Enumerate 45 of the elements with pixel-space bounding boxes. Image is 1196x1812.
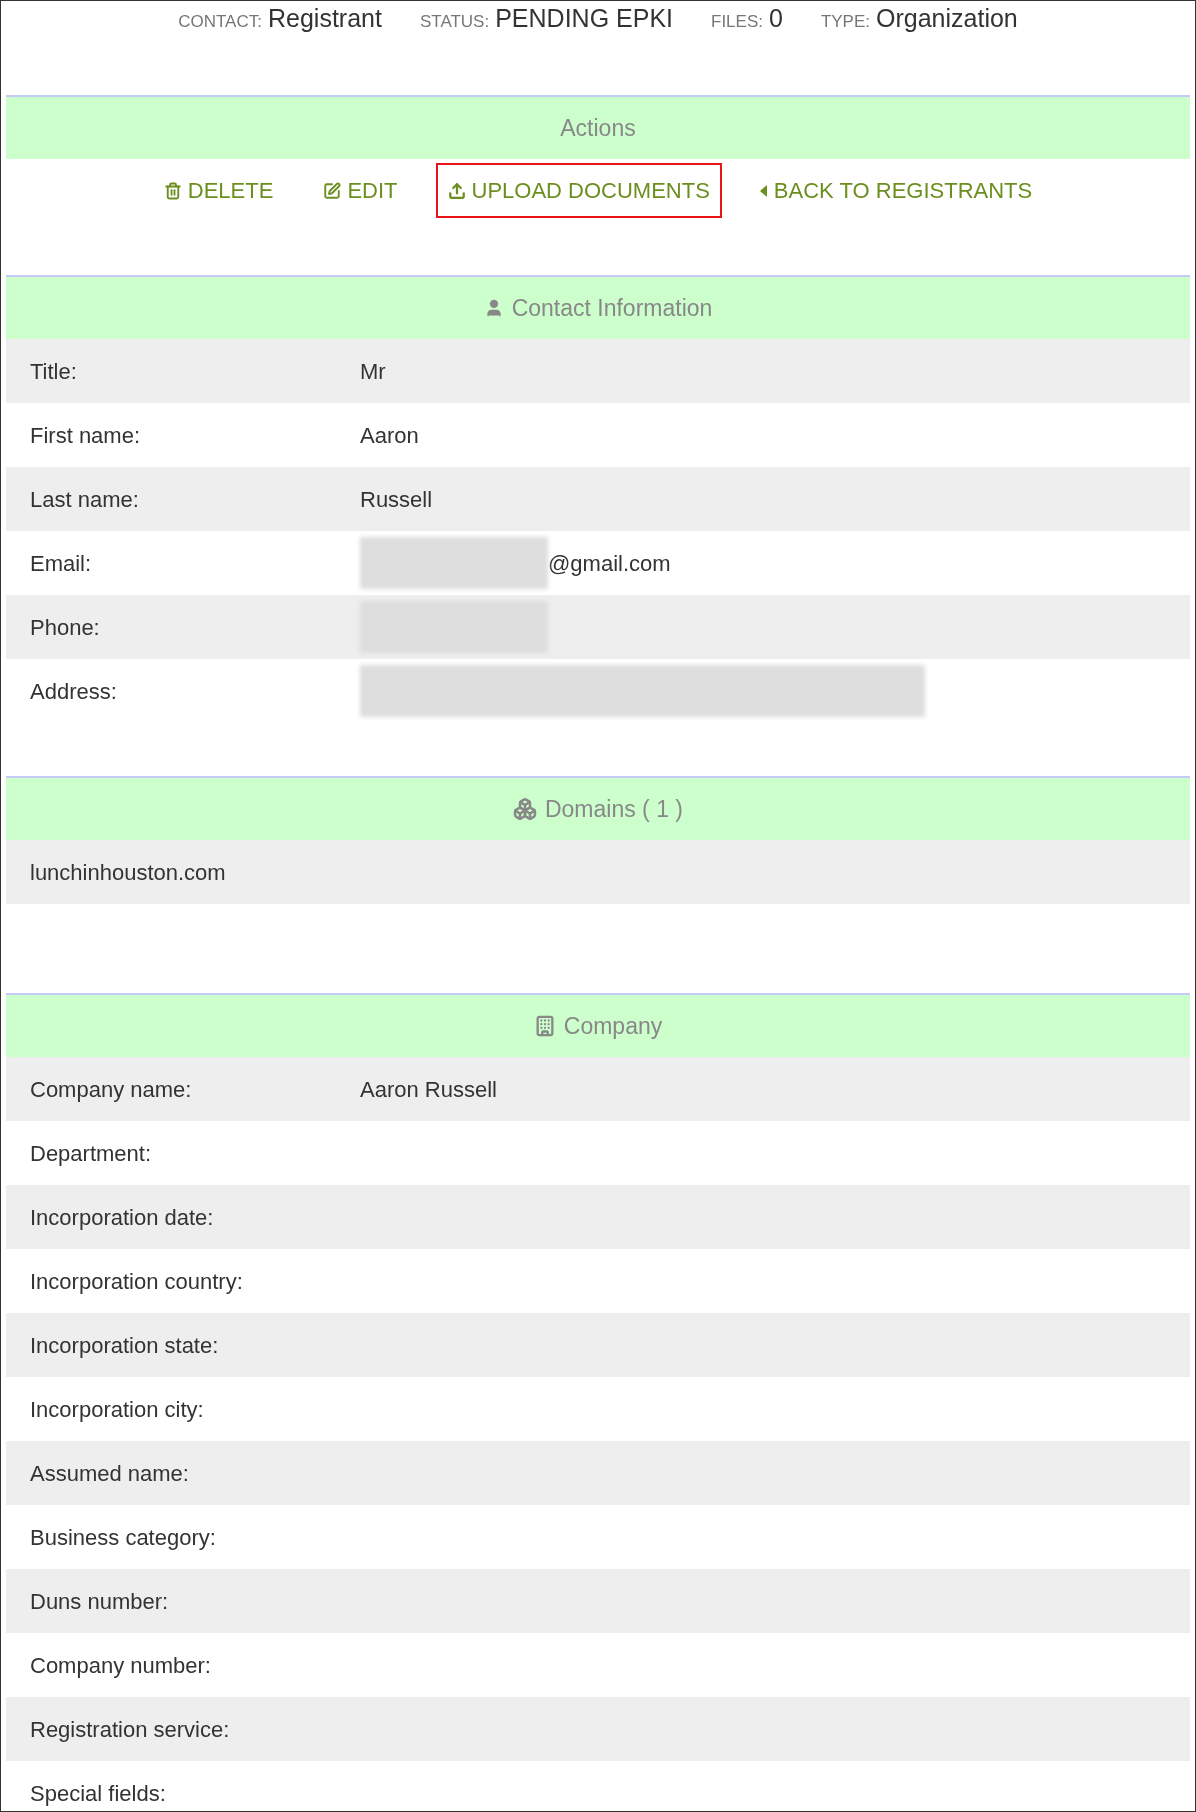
field-label: Incorporation state: (29, 1331, 220, 1360)
field-value: Aaron Russell (360, 1075, 497, 1104)
field-label: Incorporation country: (29, 1267, 244, 1296)
field-label: Business category: (29, 1523, 217, 1552)
field-value: @gmail.com (548, 549, 671, 578)
summary-value: 0 (769, 3, 783, 35)
summary-value: Registrant (267, 3, 382, 35)
field-value: Russell (360, 485, 433, 514)
field-label: Title: (29, 357, 78, 386)
summary-label: CONTACT: (178, 11, 262, 34)
upload-icon (447, 181, 466, 200)
field-label: Last name: (29, 485, 140, 514)
field-label: Incorporation date: (29, 1203, 215, 1232)
field-label: Company name: (29, 1075, 193, 1104)
field-label: Phone: (29, 613, 101, 642)
field-label: First name: (29, 421, 142, 450)
action-link[interactable]: DELETE (151, 163, 286, 218)
field-label: Special fields: (29, 1779, 167, 1808)
field-value: Mr (360, 357, 386, 386)
action-link[interactable]: EDIT (311, 163, 410, 218)
field-label: Registration service: (29, 1715, 231, 1744)
summary-label: TYPE: (820, 11, 870, 34)
summary-label: FILES: (711, 11, 763, 34)
action-link[interactable]: BACK TO REGISTRANTS (747, 163, 1045, 218)
summary-value: PENDING EPKI (495, 3, 673, 35)
field-label: Department: (29, 1139, 153, 1168)
field-label: Address: (29, 677, 118, 706)
summary-label: STATUS: (419, 11, 490, 34)
field-label: Email: (29, 549, 93, 578)
domain-name: lunchinhouston.com (30, 858, 226, 887)
field-label: Assumed name: (29, 1459, 190, 1488)
action-link[interactable]: UPLOAD DOCUMENTS (435, 163, 722, 218)
caret-icon (759, 184, 768, 197)
section-title: Actions (560, 113, 636, 143)
cubes-icon (512, 797, 537, 821)
section-title: Domains ( 1 ) (544, 794, 683, 824)
edit-icon (323, 181, 342, 200)
field-value: Aaron (360, 421, 419, 450)
field-label: Duns number: (29, 1587, 170, 1616)
section-title: Contact Information (511, 293, 713, 323)
trash-icon (163, 181, 182, 200)
summary-value: Organization (876, 3, 1018, 35)
field-label: Incorporation city: (29, 1395, 205, 1424)
field-label: Company number: (29, 1651, 212, 1680)
section-title: Company (563, 1011, 663, 1041)
